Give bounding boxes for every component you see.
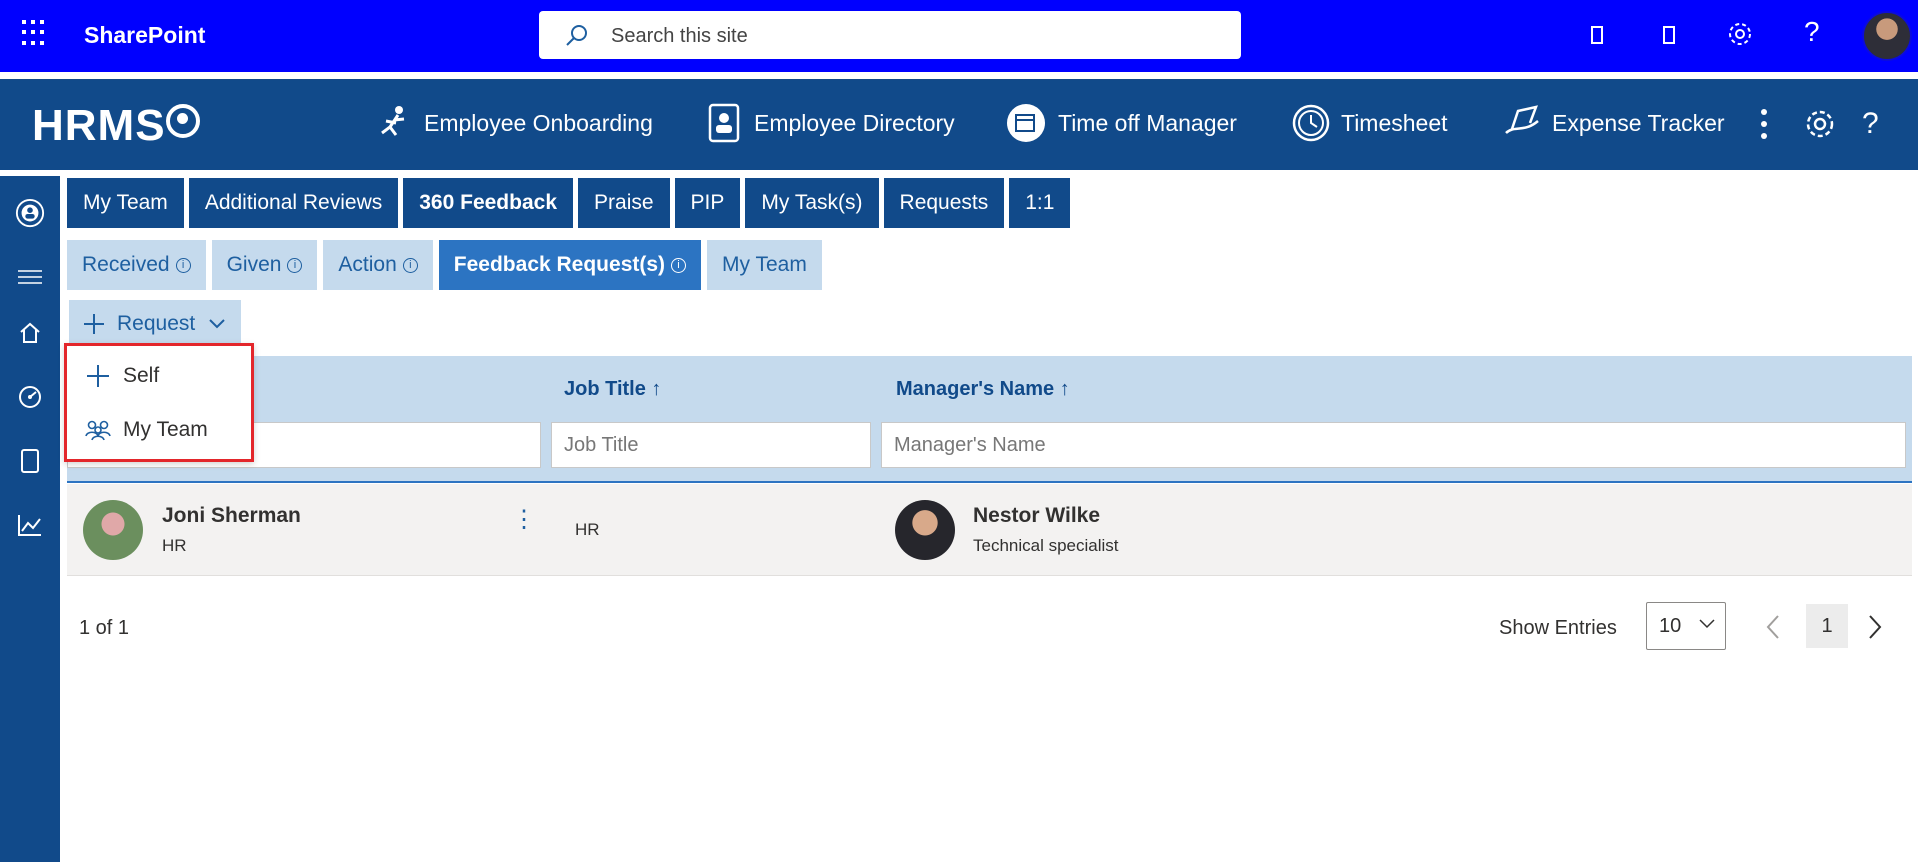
suite-title[interactable]: SharePoint [84,22,205,49]
nav-employee-onboarding[interactable]: Employee Onboarding [372,103,653,143]
tab-additional-reviews[interactable]: Additional Reviews [188,178,399,228]
entries-value: 10 [1659,615,1682,637]
menu-item-label: My Team [123,418,208,441]
menu-item-my-team[interactable]: My Team [85,418,208,442]
tab-praise[interactable]: Praise [578,178,670,228]
nav-employee-directory[interactable]: Employee Directory [704,103,955,143]
subtab-given[interactable]: Given i [211,240,318,290]
nav-time-off-manager[interactable]: Time off Manager [1004,103,1237,143]
search-icon [566,25,587,46]
directory-icon [708,103,740,143]
hamburger-icon[interactable] [15,262,45,292]
app-launcher-icon[interactable] [22,20,48,46]
plus-icon [85,364,111,388]
employee-avatar [83,500,143,560]
settings-gear-icon[interactable] [1726,20,1754,48]
subtab-received[interactable]: Received i [67,240,206,290]
help-icon[interactable]: ? [1804,16,1820,48]
info-icon[interactable]: i [287,257,303,273]
logo-badge-icon [165,104,200,138]
employee-department: HR [162,536,187,555]
tab-360-feedback[interactable]: 360 Feedback [403,178,574,228]
next-page-icon[interactable] [1868,614,1882,640]
app-settings-icon[interactable] [1803,107,1837,141]
nav-label: Time off Manager [1058,109,1237,136]
subtab-label: Given [226,253,282,276]
info-icon[interactable]: i [402,257,418,273]
info-icon[interactable]: i [175,257,191,273]
entries-select[interactable]: 10 [1646,602,1726,650]
record-count: 1 of 1 [79,617,130,639]
app-help-icon[interactable]: ? [1862,107,1879,141]
table-row[interactable]: Joni Sherman HR ⋮ HR Nestor Wilke Techni… [67,484,1912,576]
clock-icon [1292,104,1330,142]
nav-expense-tracker[interactable]: Expense Tracker [1502,103,1725,143]
left-rail [0,176,60,862]
current-page[interactable]: 1 [1806,604,1848,648]
tab-my-team[interactable]: My Team [67,178,184,228]
nav-label: Employee Onboarding [424,109,653,136]
nav-label: Expense Tracker [1552,109,1725,136]
manager-title: Technical specialist [973,536,1119,555]
manager-name[interactable]: Nestor Wilke [973,504,1100,528]
home-icon[interactable] [15,318,45,348]
tab-pip[interactable]: PIP [674,178,741,228]
device-icon[interactable] [1589,20,1605,50]
request-label: Request [117,312,196,335]
manager-name-filter-input[interactable]: Manager's Name [881,422,1906,468]
tab-requests[interactable]: Requests [883,178,1005,228]
tab-one-on-one[interactable]: 1:1 [1009,178,1071,228]
user-avatar[interactable] [1862,11,1912,61]
nav-timesheet[interactable]: Timesheet [1291,103,1448,143]
app-header: HRMS Employee Onboarding Employee Direct… [0,79,1918,170]
dashboard-icon[interactable] [15,382,45,412]
subtab-my-team[interactable]: My Team [707,240,822,290]
people-icon [85,419,111,441]
plus-icon [84,314,104,334]
nav-label: Employee Directory [754,109,955,136]
onboarding-icon [381,106,405,136]
document-icon[interactable] [15,446,45,476]
job-title-filter-input[interactable]: Job Title [551,422,871,468]
column-managers-name[interactable]: Manager's Name ↑ [896,378,1070,401]
subtab-label: Feedback Request(s) [453,253,666,276]
subtab-action[interactable]: Action i [323,240,433,290]
chevron-down-icon [1699,619,1715,629]
user-circle-icon[interactable] [15,198,45,228]
chevron-down-icon [209,319,225,329]
info-icon[interactable]: i [671,257,687,273]
tab-my-tasks[interactable]: My Task(s) [745,178,879,228]
chart-icon[interactable] [15,510,45,540]
table-header: Job Title ↑ Manager's Name ↑ Job Title M… [67,356,1912,483]
subtab-label: My Team [722,253,807,276]
column-job-title[interactable]: Job Title ↑ [564,378,661,401]
show-entries-label: Show Entries [1499,617,1617,639]
primary-tabs: My Team Additional Reviews 360 Feedback … [67,178,1071,228]
employee-name[interactable]: Joni Sherman [162,504,301,528]
search-box[interactable]: Search this site [539,11,1241,59]
secondary-tabs: Received i Given i Action i Feedback Reques… [67,240,822,290]
subtab-label: Received [82,253,170,276]
request-dropdown-menu: Self My Team [64,343,254,462]
notes-icon[interactable] [1661,20,1677,50]
logo-text: HRMS [32,101,166,150]
row-more-icon[interactable]: ⋮ [512,508,536,532]
hrms-logo[interactable]: HRMS [32,101,200,151]
search-placeholder: Search this site [611,25,748,47]
manager-avatar [895,500,955,560]
subtab-label: Action [338,253,397,276]
subtab-feedback-requests[interactable]: Feedback Request(s) i [438,240,702,290]
suite-bar: SharePoint Search this site ? [0,0,1918,72]
menu-item-label: Self [123,364,160,387]
more-options-icon[interactable] [1760,107,1768,141]
nav-label: Timesheet [1341,109,1448,136]
expense-icon [1505,105,1539,134]
menu-item-self[interactable]: Self [85,364,159,388]
request-button[interactable]: Request [69,300,241,348]
job-title-cell: HR [575,520,600,539]
previous-page-icon[interactable] [1766,614,1780,640]
calendar-icon [1007,104,1045,142]
